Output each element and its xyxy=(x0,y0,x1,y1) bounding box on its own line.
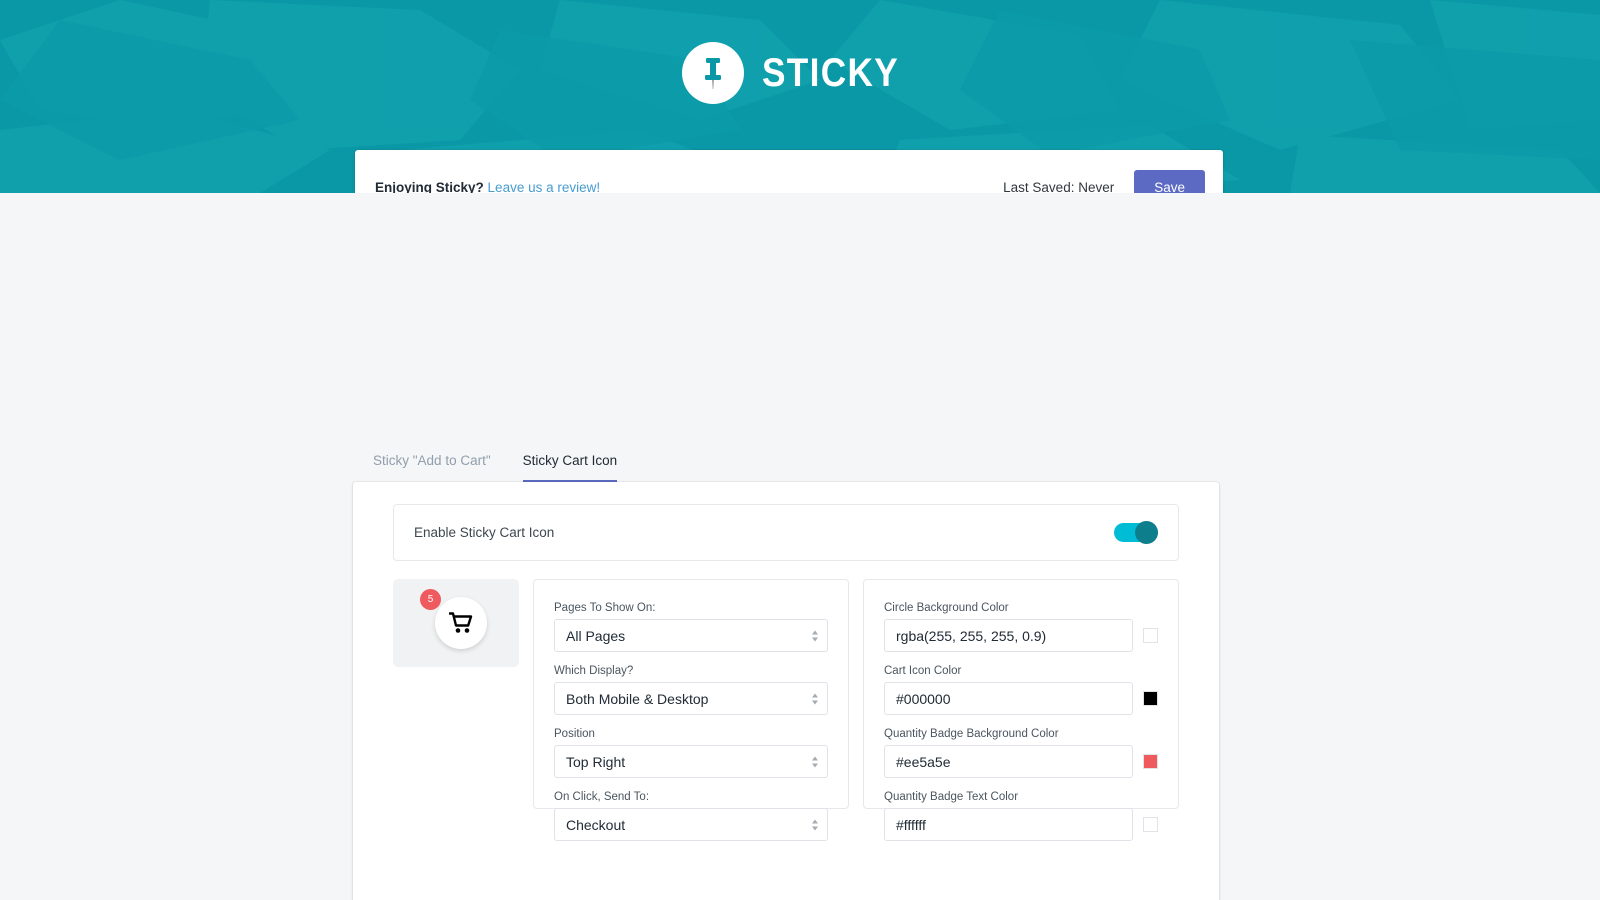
which-display-select[interactable]: Both Mobile & Desktop xyxy=(554,682,828,715)
chevron-updown-icon xyxy=(812,819,818,830)
quantity-badge-text-color-swatch[interactable] xyxy=(1143,817,1158,832)
field-quantity-badge-background-color: Quantity Badge Background Color xyxy=(884,728,1158,778)
pushpin-icon xyxy=(705,58,722,89)
quantity-badge-text-color-input[interactable] xyxy=(884,808,1133,841)
field-pages-to-show-on: Pages To Show On: All Pages xyxy=(554,602,828,652)
brand-name: STICKY xyxy=(762,50,900,95)
quantity-badge-background-color-swatch[interactable] xyxy=(1143,754,1158,769)
position-label: Position xyxy=(554,728,595,740)
cart-icon-color-swatch[interactable] xyxy=(1143,691,1158,706)
enable-sticky-cart-icon-row: Enable Sticky Cart Icon xyxy=(393,504,1179,561)
chevron-updown-icon xyxy=(812,693,818,704)
pages-to-show-on-value: All Pages xyxy=(566,627,626,644)
leave-review-link[interactable]: Leave us a review! xyxy=(488,180,601,194)
position-value: Top Right xyxy=(566,753,626,770)
tab-sticky-cart-icon[interactable]: Sticky Cart Icon xyxy=(522,447,618,483)
quantity-badge-text-color-label: Quantity Badge Text Color xyxy=(884,791,1019,803)
chevron-updown-icon xyxy=(812,630,818,641)
circle-background-color-input[interactable] xyxy=(884,619,1133,652)
which-display-label: Which Display? xyxy=(554,665,634,677)
enjoying-sticky-text: Enjoying Sticky? Leave us a review! xyxy=(375,180,600,194)
field-position: Position Top Right xyxy=(554,728,828,778)
toggle-knob xyxy=(1135,521,1158,544)
brand-logo: STICKY xyxy=(0,42,1600,104)
on-click-send-to-select[interactable]: Checkout xyxy=(554,808,828,841)
pages-to-show-on-label: Pages To Show On: xyxy=(554,602,656,614)
pages-to-show-on-select[interactable]: All Pages xyxy=(554,619,828,652)
display-settings-panel: Pages To Show On: All Pages Which Displa… xyxy=(533,579,849,841)
quantity-badge-background-color-input[interactable] xyxy=(884,745,1133,778)
enjoying-sticky-label: Enjoying Sticky? xyxy=(375,179,484,194)
field-on-click-send-to: On Click, Send To: Checkout xyxy=(554,791,828,841)
enable-sticky-cart-icon-toggle[interactable] xyxy=(1114,521,1158,544)
preview-quantity-badge: 5 xyxy=(420,589,441,610)
enable-sticky-cart-icon-label: Enable Sticky Cart Icon xyxy=(414,525,555,540)
tab-bar: Sticky "Add to Cart" Sticky Cart Icon xyxy=(373,447,649,483)
preview-circle xyxy=(435,597,487,649)
field-circle-background-color: Circle Background Color xyxy=(884,602,1158,652)
save-bar: Enjoying Sticky? Leave us a review! Last… xyxy=(355,150,1223,193)
logo-circle xyxy=(682,42,745,104)
shopping-cart-icon xyxy=(449,612,473,633)
cart-icon-color-label: Cart Icon Color xyxy=(884,665,962,677)
on-click-send-to-value: Checkout xyxy=(566,816,626,833)
save-button[interactable]: Save xyxy=(1134,169,1205,193)
field-cart-icon-color: Cart Icon Color xyxy=(884,665,1158,715)
cart-icon-color-input[interactable] xyxy=(884,682,1133,715)
tab-sticky-add-to-cart[interactable]: Sticky "Add to Cart" xyxy=(373,447,491,483)
field-quantity-badge-text-color: Quantity Badge Text Color xyxy=(884,791,1158,841)
cart-icon-preview: 5 xyxy=(393,579,519,667)
position-select[interactable]: Top Right xyxy=(554,745,828,778)
color-settings-panel: Circle Background Color Cart Icon Color … xyxy=(863,579,1179,841)
chevron-updown-icon xyxy=(812,756,818,767)
circle-background-color-label: Circle Background Color xyxy=(884,602,1009,614)
quantity-badge-background-color-label: Quantity Badge Background Color xyxy=(884,728,1059,740)
last-saved-status: Last Saved: Never xyxy=(1003,179,1115,194)
circle-background-color-swatch[interactable] xyxy=(1143,628,1158,643)
page-header: STICKY Enjoying Sticky? Leave us a revie… xyxy=(0,0,1600,193)
on-click-send-to-label: On Click, Send To: xyxy=(554,791,650,803)
which-display-value: Both Mobile & Desktop xyxy=(566,690,709,707)
field-which-display: Which Display? Both Mobile & Desktop xyxy=(554,665,828,715)
settings-card: Enable Sticky Cart Icon 5 Pages To Show … xyxy=(353,482,1219,900)
